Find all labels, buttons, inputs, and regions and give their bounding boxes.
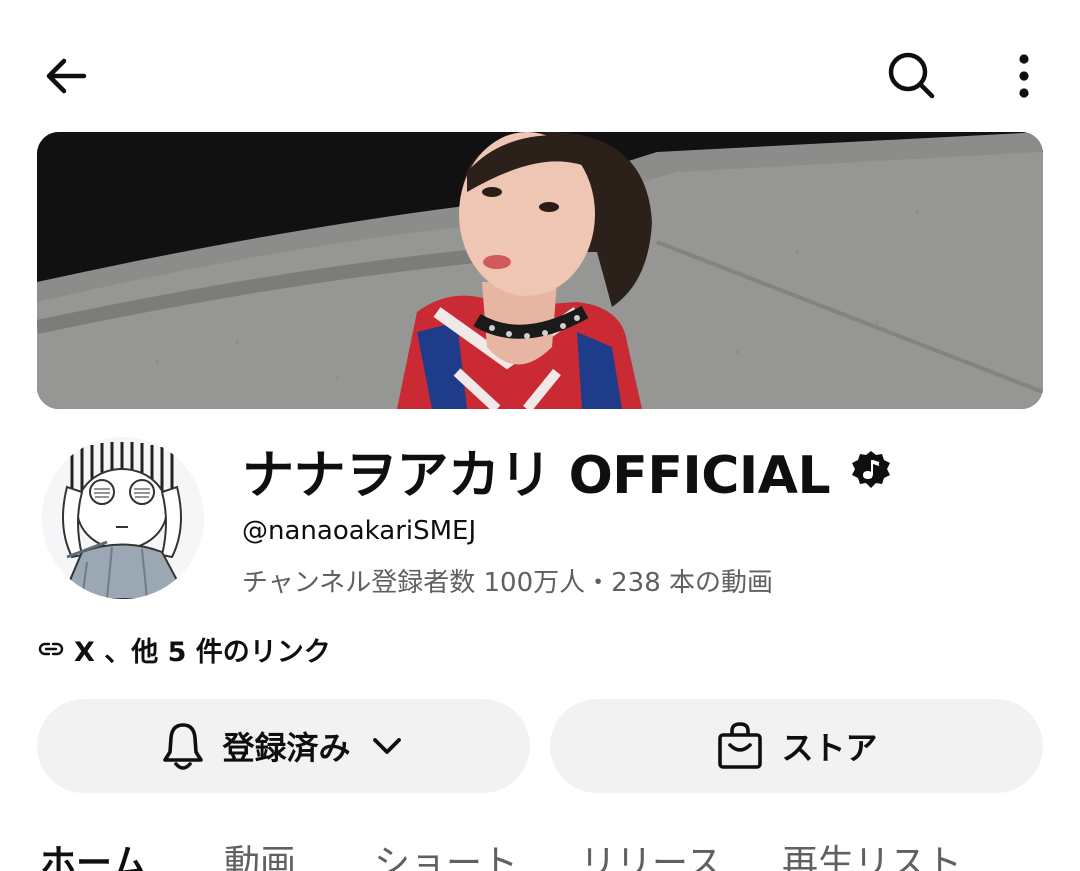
links-label: X 、他 5 件のリンク (74, 636, 331, 668)
link-icon (38, 642, 64, 656)
subscribed-label: 登録済み (222, 729, 351, 767)
tab-home[interactable]: ホーム (40, 844, 147, 871)
channel-name: ナナヲアカリ OFFICIAL (242, 445, 831, 506)
banner-photo (37, 132, 1043, 409)
store-button[interactable]: ストア (550, 699, 1043, 793)
more-options-button[interactable] (1000, 46, 1048, 106)
bell-icon (163, 723, 204, 770)
search-button[interactable] (880, 46, 944, 106)
tab-playlists[interactable]: 再生リスト (782, 844, 962, 871)
channel-title: ナナヲアカリ OFFICIAL (242, 434, 892, 506)
channel-banner (37, 132, 1043, 409)
arrow-left-icon (46, 58, 87, 94)
channel-stats: チャンネル登録者数 100万人・238 本の動画 (242, 568, 774, 598)
chevron-down-icon (372, 738, 401, 754)
channel-tabs: ホーム 動画 ショート リリース 再生リスト (0, 836, 1080, 871)
store-label: ストア (781, 729, 878, 767)
avatar-illustration (42, 437, 204, 599)
subscribed-button[interactable]: 登録済み (37, 699, 530, 793)
channel-page: ナナヲアカリ OFFICIAL @nanaoakariSMEJ チャンネル登録者… (0, 0, 1080, 871)
channel-handle: @nanaoakariSMEJ (242, 516, 477, 546)
channel-links[interactable]: X 、他 5 件のリンク (36, 630, 331, 668)
tab-shorts[interactable]: ショート (374, 844, 518, 871)
back-button[interactable] (36, 46, 96, 106)
more-vert-icon (1019, 54, 1029, 98)
channel-avatar[interactable] (42, 437, 204, 599)
top-app-bar (0, 0, 1080, 132)
tab-releases[interactable]: リリース (580, 844, 722, 871)
music-note-badge-icon (852, 451, 891, 488)
search-icon (888, 52, 935, 99)
shopping-bag-icon (718, 722, 763, 769)
tab-videos[interactable]: 動画 (224, 844, 296, 871)
